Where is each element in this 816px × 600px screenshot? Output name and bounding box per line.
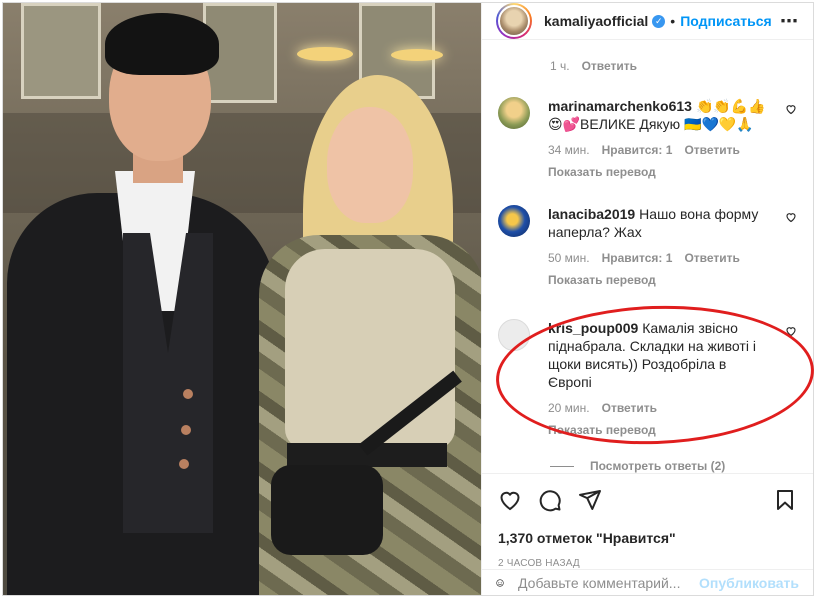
caption-time: 1 ч. — [550, 59, 570, 73]
comment-username[interactable]: kris_poup009 — [548, 320, 638, 336]
man-button — [183, 389, 193, 399]
reply-button[interactable]: Ответить — [684, 141, 739, 159]
comments-list: 1 ч. Ответить marinamarchenko613 👏👏💪👍 😍💕В… — [482, 40, 816, 473]
lamp-right — [391, 49, 443, 61]
view-replies-label: Посмотреть ответы (2) — [590, 459, 726, 473]
share-paper-plane-icon[interactable] — [578, 488, 602, 512]
follow-button[interactable]: Подписаться — [680, 13, 772, 29]
likes-count[interactable]: 1,370 отметок "Нравится" — [498, 530, 797, 546]
window-left — [21, 3, 101, 99]
emoji-icon[interactable] — [496, 571, 504, 595]
comment-input[interactable] — [518, 574, 700, 591]
replies-divider — [550, 465, 574, 467]
comment-item: lanaciba2019 Нашо вона форму наперла? Жах… — [498, 205, 797, 289]
view-replies-button[interactable]: Посмотреть ответы (2) — [550, 459, 797, 473]
comment-meta: 50 мин. Нравится: 1 Ответить — [548, 249, 771, 267]
more-options-icon[interactable]: ⋯ — [780, 11, 799, 32]
save-bookmark-icon[interactable] — [773, 488, 797, 512]
action-icons — [498, 484, 797, 516]
reply-button[interactable]: Ответить — [582, 59, 637, 73]
comment-bubble-icon[interactable] — [538, 488, 562, 512]
author-avatar[interactable] — [496, 3, 532, 39]
comment-likes-count[interactable]: Нравится: 1 — [602, 141, 673, 159]
translate-button[interactable]: Показать перевод — [548, 163, 771, 181]
verified-badge-icon: ✓ — [652, 14, 666, 28]
caption-meta: 1 ч. Ответить — [550, 59, 797, 73]
post-timestamp[interactable]: 2 ЧАСОВ НАЗАД — [498, 558, 797, 569]
reply-button[interactable]: Ответить — [684, 249, 739, 267]
woman-shirt — [285, 249, 455, 449]
comment-time: 50 мин. — [548, 251, 590, 265]
man-button — [181, 425, 191, 435]
translate-button[interactable]: Показать перевод — [548, 421, 771, 439]
like-comment-heart-icon[interactable] — [785, 103, 797, 115]
post-modal: kamaliyaofficial ✓ • Подписаться ⋯ 1 ч. … — [2, 2, 816, 596]
translate-button[interactable]: Показать перевод — [548, 271, 771, 289]
author-username[interactable]: kamaliyaofficial — [544, 13, 648, 29]
comment-time: 20 мин. — [548, 401, 590, 415]
comment-item: marinamarchenko613 👏👏💪👍 😍💕ВЕЛИКЕ Дякую 🇺🇦… — [498, 97, 797, 181]
comment-meta: 34 мин. Нравится: 1 Ответить — [548, 141, 771, 159]
add-comment-bar: Опубликовать — [482, 569, 813, 595]
post-sidebar: kamaliyaofficial ✓ • Подписаться ⋯ 1 ч. … — [481, 3, 816, 595]
like-comment-heart-icon[interactable] — [785, 325, 797, 337]
commenter-avatar[interactable] — [498, 319, 530, 351]
commenter-avatar[interactable] — [498, 97, 530, 129]
publish-button[interactable]: Опубликовать — [699, 575, 799, 591]
comment-username[interactable]: marinamarchenko613 — [548, 98, 692, 114]
author-avatar-image — [498, 5, 530, 37]
reply-button[interactable]: Ответить — [602, 399, 657, 417]
comment-item: kris_poup009 Камалія звісно піднабрала. С… — [498, 319, 797, 439]
woman-bag — [271, 465, 383, 555]
post-actions: 1,370 отметок "Нравится" 2 ЧАСОВ НАЗАД — [482, 473, 813, 569]
post-photo[interactable] — [3, 3, 481, 595]
woman-face — [327, 107, 413, 223]
comment-body: kris_poup009 Камалія звісно піднабрала. С… — [548, 319, 797, 439]
man-hair — [105, 13, 219, 75]
comment-body: lanaciba2019 Нашо вона форму наперла? Жах… — [548, 205, 797, 289]
commenter-avatar[interactable] — [498, 205, 530, 237]
comment-likes-count[interactable]: Нравится: 1 — [602, 249, 673, 267]
post-header: kamaliyaofficial ✓ • Подписаться ⋯ — [482, 3, 813, 40]
comment-meta: 20 мин. Ответить — [548, 399, 771, 417]
comment-text-line2: 😍💕ВЕЛИКЕ Дякую 🇺🇦💙💛🙏 — [548, 116, 754, 132]
comment-text: 👏👏💪👍 — [695, 98, 766, 114]
comment-time: 34 мин. — [548, 143, 590, 157]
comment-username[interactable]: lanaciba2019 — [548, 206, 635, 222]
comment-body: marinamarchenko613 👏👏💪👍 😍💕ВЕЛИКЕ Дякую 🇺🇦… — [548, 97, 797, 181]
separator-dot: • — [670, 13, 676, 29]
like-heart-icon[interactable] — [498, 488, 522, 512]
lamp-left — [297, 47, 353, 61]
like-comment-heart-icon[interactable] — [785, 211, 797, 223]
man-button — [179, 459, 189, 469]
